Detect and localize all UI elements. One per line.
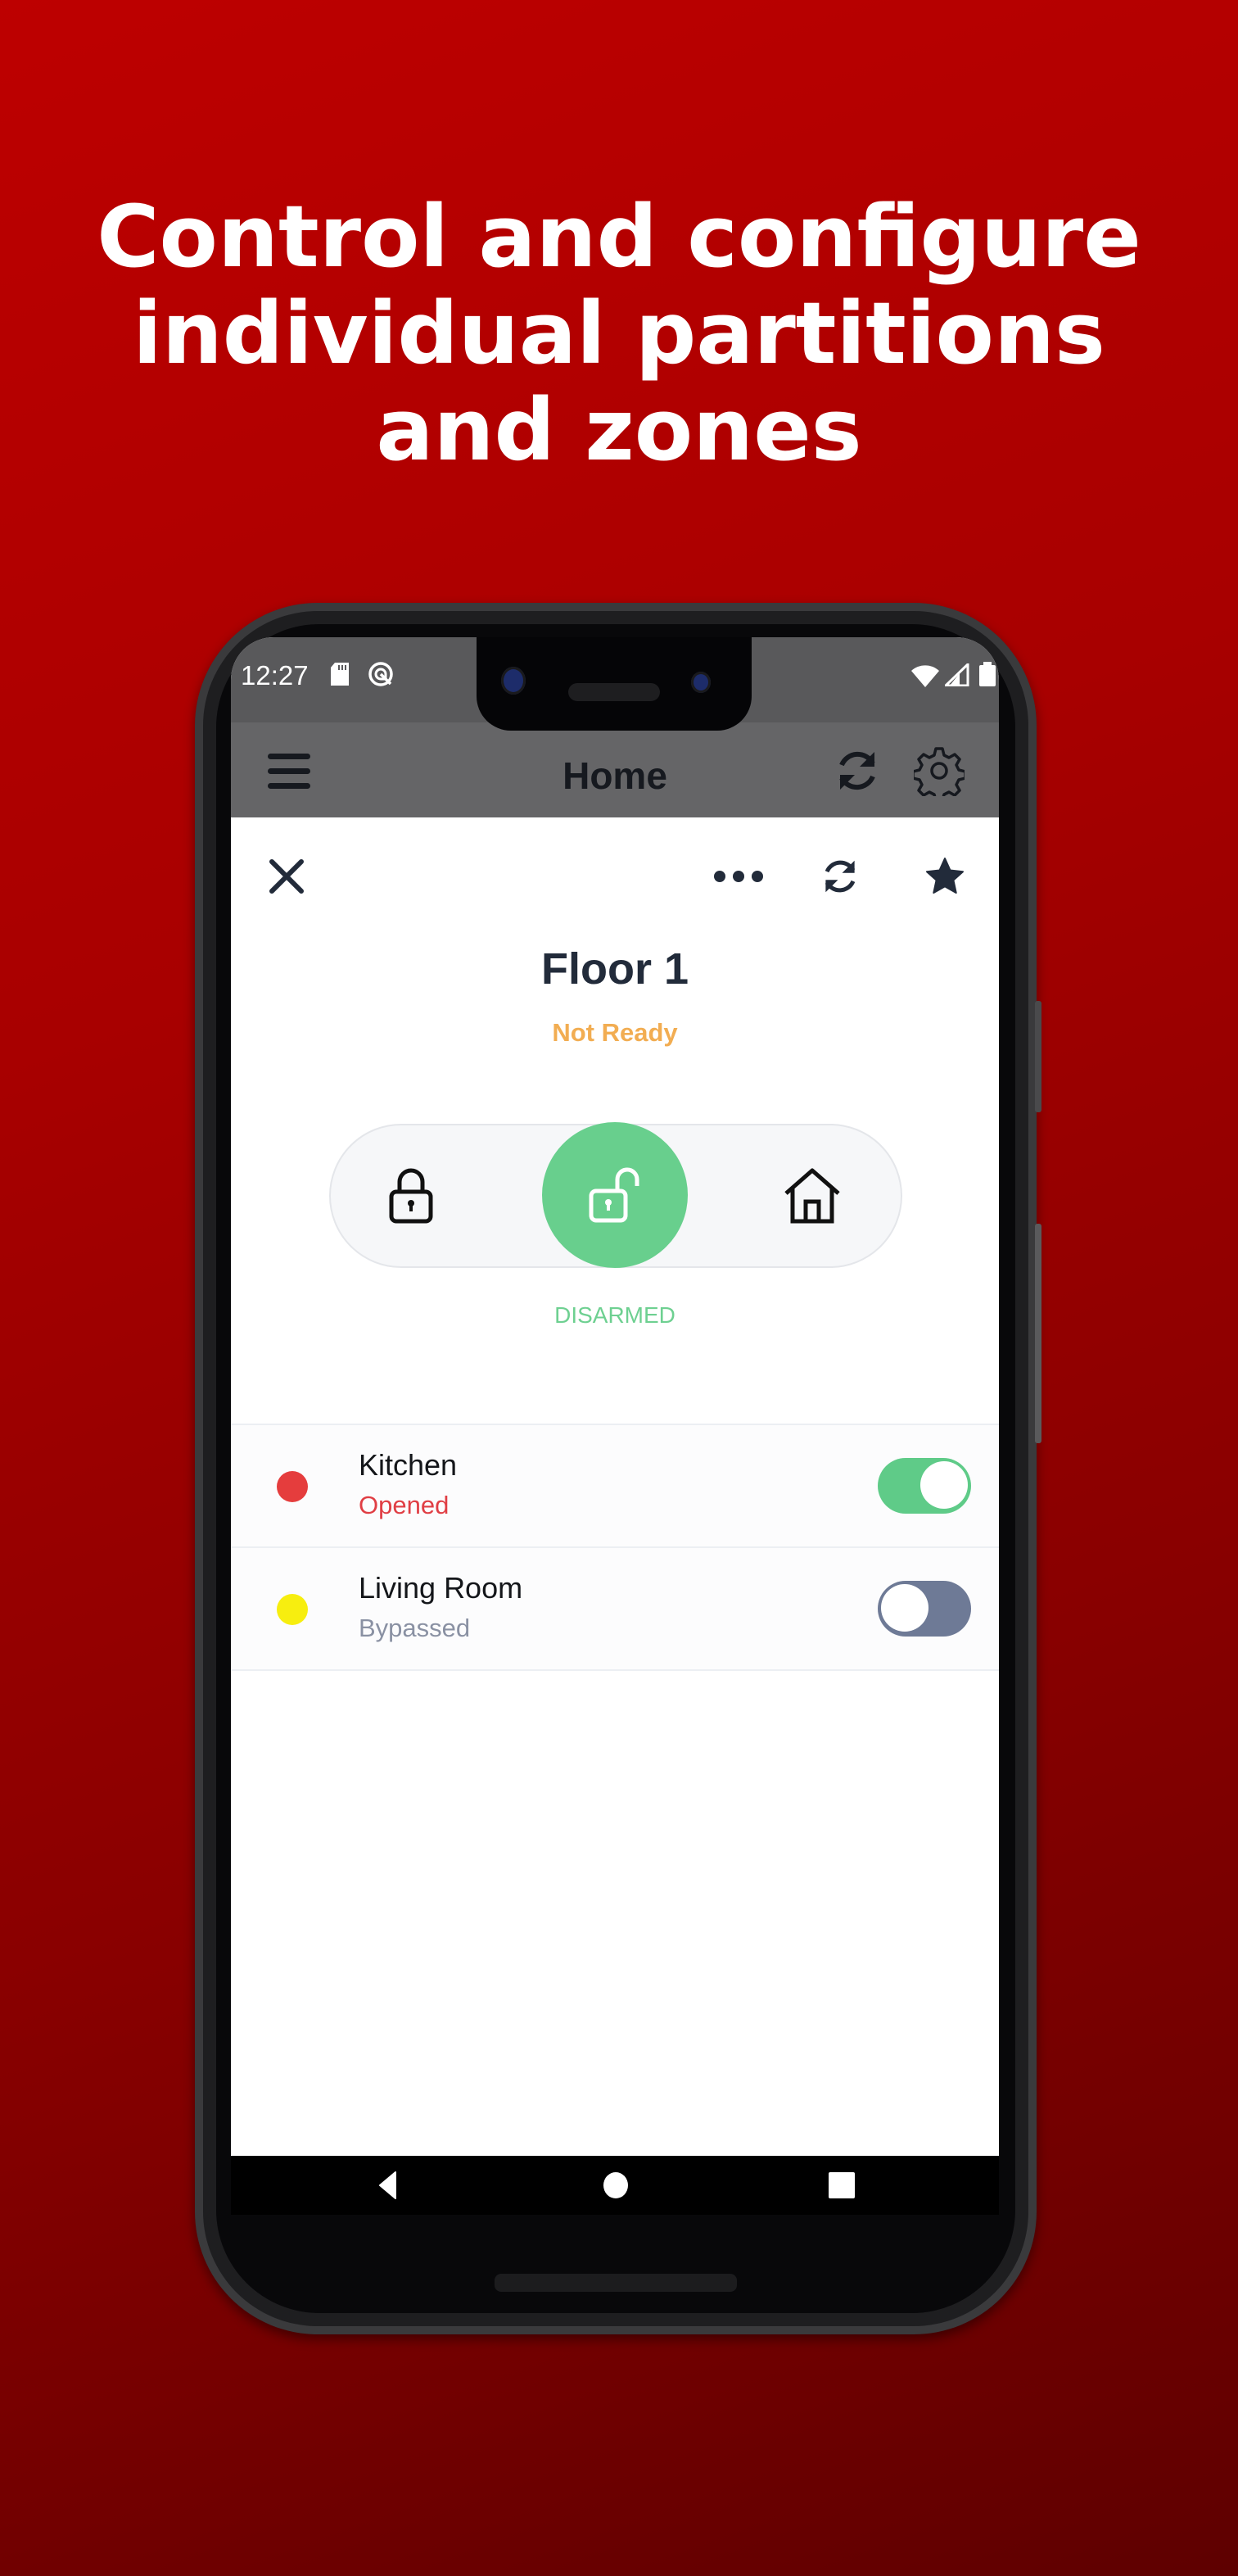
zone-name: Kitchen bbox=[359, 1448, 458, 1482]
camera-notch bbox=[477, 637, 752, 731]
close-button[interactable] bbox=[262, 852, 311, 901]
front-camera-left bbox=[501, 667, 526, 695]
back-button[interactable] bbox=[364, 2166, 413, 2205]
zone-list: Kitchen Opened Living Room Bypassed bbox=[231, 1424, 999, 1671]
more-options-button[interactable] bbox=[706, 852, 771, 901]
status-time: 12:27 bbox=[241, 660, 309, 690]
home-circle-icon bbox=[603, 2172, 628, 2198]
toggle-knob bbox=[920, 1461, 968, 1509]
arm-state-label: DISARMED bbox=[554, 1302, 675, 1328]
zone-bypass-toggle[interactable] bbox=[878, 1458, 971, 1514]
volume-button bbox=[1035, 1224, 1041, 1443]
toggle-knob bbox=[881, 1584, 929, 1632]
app-bar: Home bbox=[231, 722, 999, 817]
close-icon bbox=[269, 859, 304, 894]
phone-screen: 12:27 Home Floor 1 Not Ready DISARMED Ki… bbox=[231, 637, 999, 2215]
zone-state: Bypassed bbox=[359, 1614, 471, 1642]
partition-status: Not Ready bbox=[552, 1018, 678, 1047]
refresh-button[interactable] bbox=[829, 742, 886, 799]
zone-row[interactable]: Kitchen Opened bbox=[231, 1424, 999, 1546]
wifi-icon bbox=[910, 663, 940, 692]
more-horizontal-icon bbox=[714, 871, 763, 882]
refresh-icon bbox=[839, 751, 875, 790]
power-button bbox=[1035, 1001, 1041, 1112]
phone-chin-grille bbox=[495, 2274, 737, 2292]
headline-line-3: and zones bbox=[376, 380, 862, 480]
back-icon bbox=[379, 2171, 396, 2199]
partition-refresh-button[interactable] bbox=[814, 850, 866, 903]
disarm-button[interactable] bbox=[542, 1122, 688, 1268]
zone-status-dot bbox=[277, 1471, 308, 1502]
earpiece-speaker bbox=[568, 683, 660, 701]
recents-button[interactable] bbox=[817, 2166, 866, 2205]
sd-card-icon bbox=[329, 662, 350, 690]
arm-stay-button[interactable] bbox=[771, 1155, 853, 1237]
zone-row[interactable]: Living Room Bypassed bbox=[231, 1546, 999, 1671]
front-camera-right bbox=[691, 672, 711, 693]
favorite-button[interactable] bbox=[919, 850, 971, 903]
battery-icon bbox=[978, 662, 996, 690]
android-q-icon bbox=[367, 660, 395, 692]
lock-closed-icon bbox=[389, 1168, 433, 1224]
headline-line-2: individual partitions bbox=[133, 283, 1105, 383]
partition-detail-sheet: Floor 1 Not Ready DISARMED Kitchen Opene… bbox=[231, 817, 999, 2156]
star-icon bbox=[926, 858, 964, 894]
zone-bypass-toggle[interactable] bbox=[878, 1581, 971, 1637]
arm-away-button[interactable] bbox=[370, 1155, 452, 1237]
zone-state: Opened bbox=[359, 1491, 450, 1519]
settings-button[interactable] bbox=[910, 742, 968, 799]
zone-status-dot bbox=[277, 1594, 308, 1625]
cellular-signal-icon bbox=[942, 661, 969, 690]
home-icon bbox=[784, 1168, 840, 1224]
system-nav-bar bbox=[231, 2156, 999, 2215]
lock-open-icon bbox=[589, 1167, 639, 1223]
recents-square-icon bbox=[829, 2172, 855, 2198]
headline: Control and configure individual partiti… bbox=[0, 188, 1238, 478]
headline-line-1: Control and configure bbox=[97, 187, 1141, 287]
home-button[interactable] bbox=[591, 2166, 640, 2205]
zone-name: Living Room bbox=[359, 1571, 523, 1605]
partition-title: Floor 1 bbox=[540, 944, 689, 994]
settings-gear-icon bbox=[914, 747, 965, 796]
refresh-icon bbox=[825, 860, 856, 893]
